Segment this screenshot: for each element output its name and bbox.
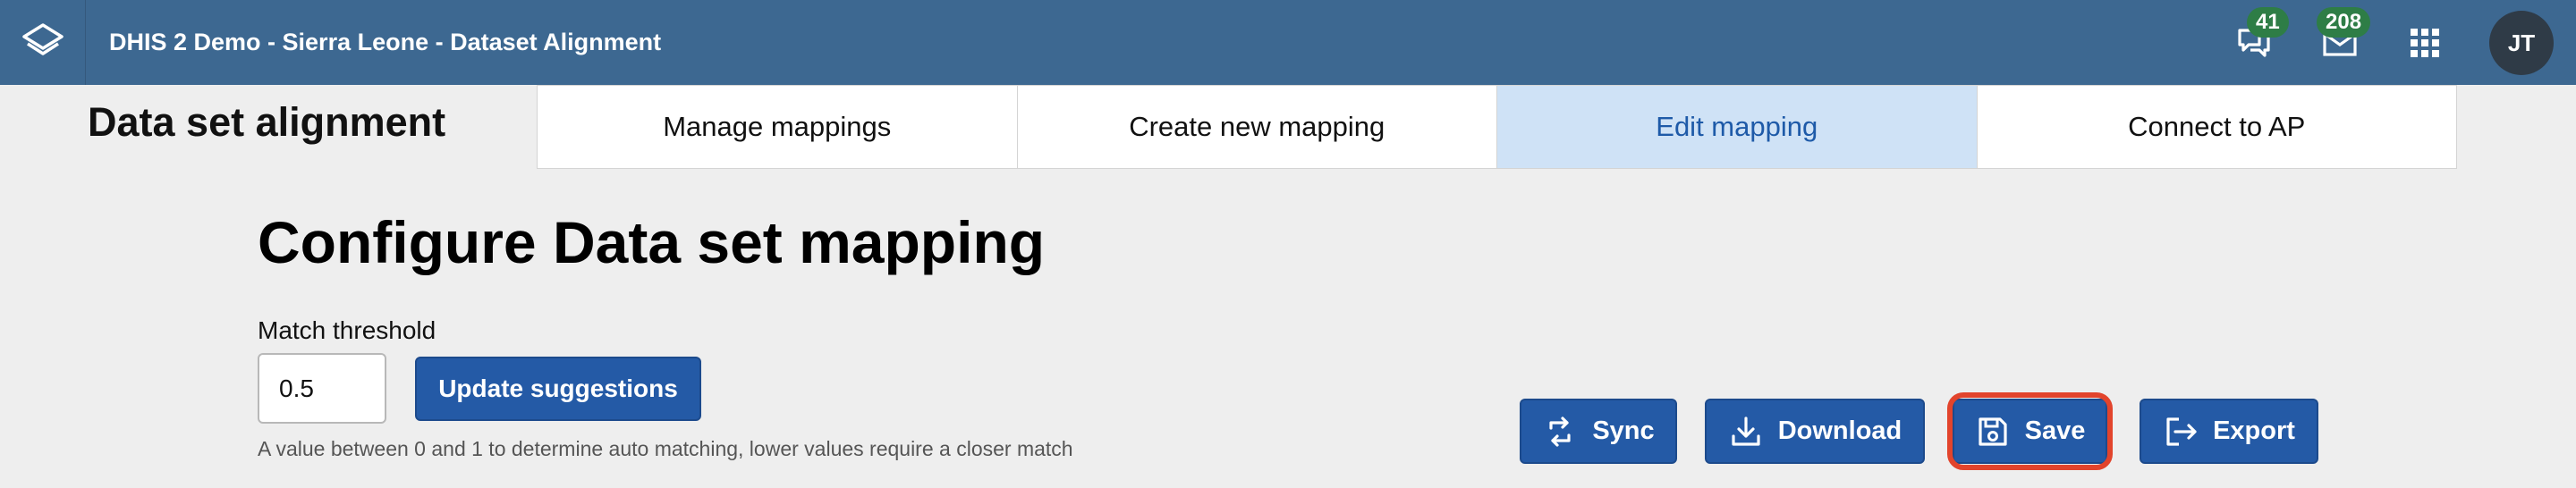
download-button[interactable]: Download — [1705, 399, 1925, 464]
top-header-bar: DHIS 2 Demo - Sierra Leone - Dataset Ali… — [0, 0, 2576, 85]
main-tabs: Manage mappings Create new mapping Edit … — [537, 85, 2457, 169]
save-label: Save — [2024, 416, 2086, 445]
page-title: Configure Data set mapping — [258, 209, 1046, 275]
dhis2-logo[interactable] — [0, 0, 86, 85]
export-icon — [2166, 416, 2197, 446]
messages-badge: 208 — [2317, 7, 2371, 38]
sync-label: Sync — [1592, 416, 1655, 445]
user-avatar[interactable]: JT — [2489, 11, 2554, 75]
apps-grid-icon — [2411, 29, 2439, 57]
download-label: Download — [1777, 416, 1902, 445]
app-title: DHIS 2 Demo - Sierra Leone - Dataset Ali… — [109, 29, 662, 55]
tab-manage-mappings[interactable]: Manage mappings — [538, 86, 1018, 168]
tab-edit-mapping[interactable]: Edit mapping — [1497, 86, 1978, 168]
app-heading: Data set alignment — [88, 99, 446, 145]
export-button[interactable]: Export — [2140, 399, 2318, 464]
export-label: Export — [2213, 416, 2295, 445]
save-button[interactable]: Save — [1953, 399, 2107, 464]
update-suggestions-button[interactable]: Update suggestions — [415, 357, 701, 421]
interpretations-badge: 41 — [2247, 7, 2289, 38]
sync-button[interactable]: Sync — [1520, 399, 1677, 464]
apps-menu-button[interactable] — [2400, 18, 2450, 68]
stack-logo-icon — [21, 22, 64, 55]
tab-create-new-mapping[interactable]: Create new mapping — [1017, 86, 1497, 168]
threshold-helper-text: A value between 0 and 1 to determine aut… — [258, 437, 1073, 460]
sync-icon — [1549, 416, 1571, 447]
floppy-disk-icon — [1979, 416, 2007, 446]
download-icon — [1732, 416, 1760, 446]
match-threshold-input[interactable] — [258, 353, 386, 424]
tab-connect-to-ap[interactable]: Connect to AP — [1977, 86, 2456, 168]
match-threshold-label: Match threshold — [258, 316, 436, 344]
